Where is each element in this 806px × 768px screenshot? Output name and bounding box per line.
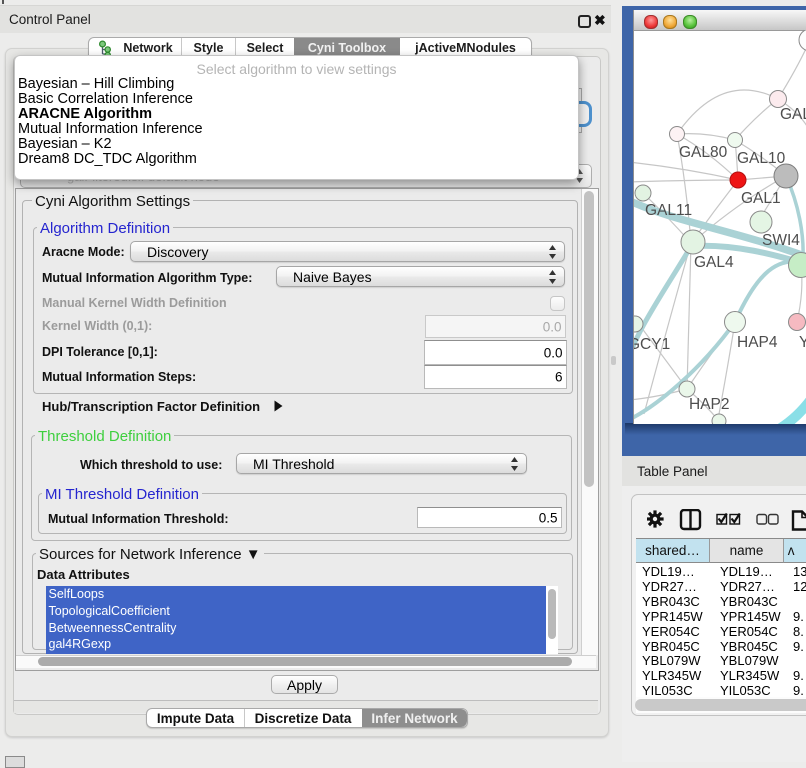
svg-text:HAP4: HAP4 <box>737 334 778 351</box>
svg-text:HAP2: HAP2 <box>689 396 730 413</box>
svg-text:GCY1: GCY1 <box>634 336 670 353</box>
svg-text:Y: Y <box>799 334 806 351</box>
svg-text:GAL80: GAL80 <box>679 144 728 161</box>
svg-text:GAL10: GAL10 <box>737 150 786 167</box>
svg-text:GAL: GAL <box>780 106 806 123</box>
svg-text:SWI4: SWI4 <box>762 232 800 249</box>
svg-text:GAL11: GAL11 <box>645 202 692 219</box>
svg-text:GAL1: GAL1 <box>741 190 781 207</box>
svg-text:GAL4: GAL4 <box>694 254 734 271</box>
